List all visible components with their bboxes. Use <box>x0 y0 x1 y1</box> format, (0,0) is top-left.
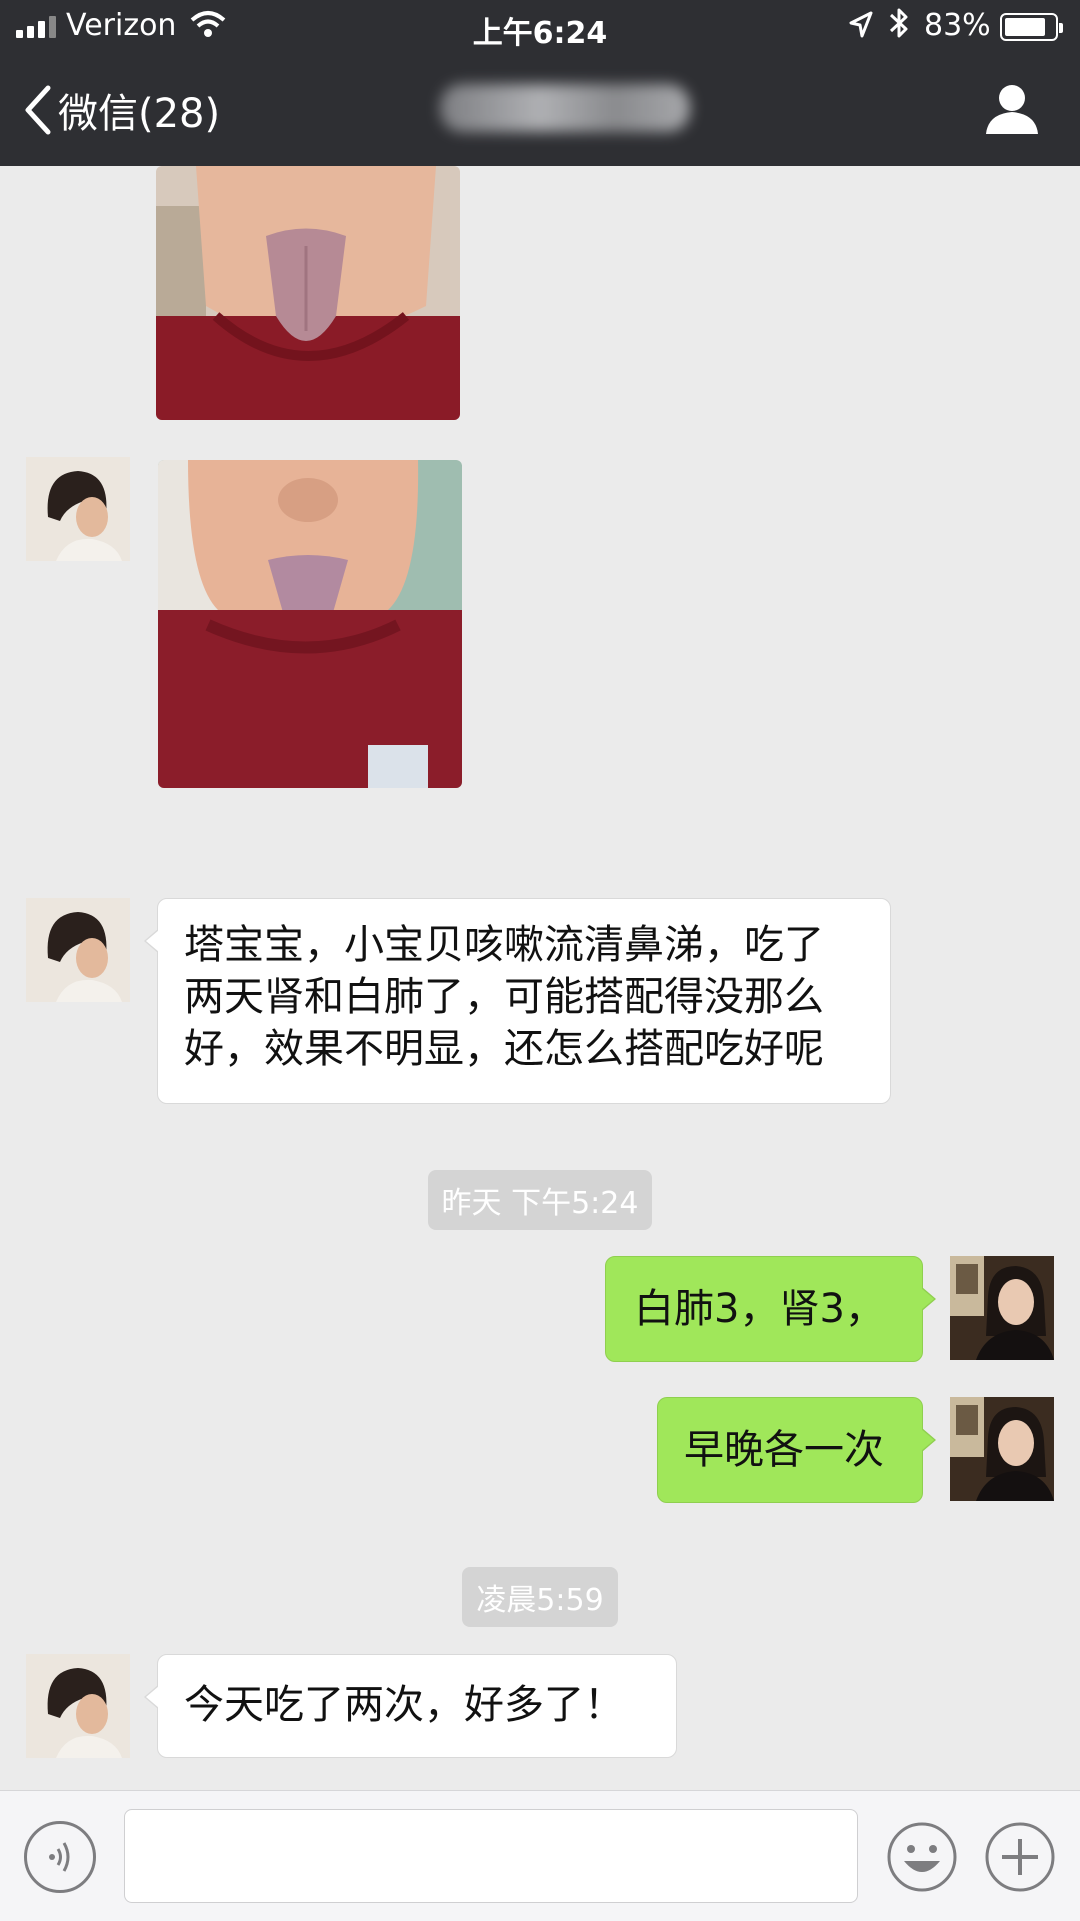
status-time: 上午6:24 <box>472 16 608 51</box>
message-text-line: 好，效果不明显，还怎么搭配吃好呢 <box>184 1026 824 1072</box>
top-bar: Verizon 上午6:24 83% 微信(28) <box>0 0 1080 166</box>
timestamp: 凌晨5:59 <box>0 1567 1080 1627</box>
timestamp: 昨天 下午5:24 <box>0 1170 1080 1230</box>
timestamp-label: 凌晨5:59 <box>462 1567 618 1627</box>
my-avatar[interactable] <box>950 1256 1054 1360</box>
location-arrow-icon <box>848 10 874 48</box>
profile-button[interactable] <box>982 82 1046 138</box>
voice-icon <box>49 1842 70 1872</box>
chat-title-obscured <box>440 84 690 132</box>
emoji-icon <box>887 1822 957 1892</box>
back-button[interactable]: 微信(28) <box>22 80 220 140</box>
more-button[interactable] <box>984 1821 1056 1893</box>
message-text: 白肺3，肾3， <box>634 1286 885 1332</box>
incoming-message[interactable]: 塔宝宝，小宝贝咳嗽流清鼻涕，吃了 两天肾和白肺了，可能搭配得没那么 好，效果不明… <box>144 898 891 1104</box>
battery-percent: 83% <box>924 8 991 43</box>
voice-button[interactable] <box>24 1821 96 1893</box>
message-image[interactable] <box>158 460 462 788</box>
message-text-line: 塔宝宝，小宝贝咳嗽流清鼻涕，吃了 <box>184 922 824 968</box>
battery-icon <box>1000 13 1063 41</box>
message-text: 早晚各一次 <box>684 1427 884 1473</box>
back-label: 微信(28) <box>58 91 221 137</box>
message-text: 今天吃了两次，好多了！ <box>184 1682 624 1728</box>
contact-avatar[interactable] <box>26 1654 130 1758</box>
my-avatar[interactable] <box>950 1397 1054 1501</box>
outgoing-message[interactable]: 早晚各一次 <box>657 1397 936 1503</box>
message-text-line: 两天肾和白肺了，可能搭配得没那么 <box>184 974 824 1020</box>
contact-avatar[interactable] <box>26 457 130 561</box>
incoming-message[interactable]: 今天吃了两次，好多了！ <box>144 1654 677 1758</box>
chevron-left-icon <box>25 85 51 135</box>
message-input[interactable] <box>124 1809 858 1903</box>
bluetooth-icon <box>888 6 910 48</box>
status-bar: Verizon 上午6:24 83% <box>0 0 1080 54</box>
timestamp-label: 昨天 下午5:24 <box>427 1170 653 1230</box>
message-image[interactable] <box>156 166 460 420</box>
emoji-button[interactable] <box>886 1821 958 1893</box>
plus-icon <box>985 1822 1055 1892</box>
input-bar <box>0 1790 1080 1921</box>
contact-avatar[interactable] <box>26 898 130 1002</box>
outgoing-message[interactable]: 白肺3，肾3， <box>605 1256 936 1362</box>
profile-icon <box>986 85 1038 134</box>
